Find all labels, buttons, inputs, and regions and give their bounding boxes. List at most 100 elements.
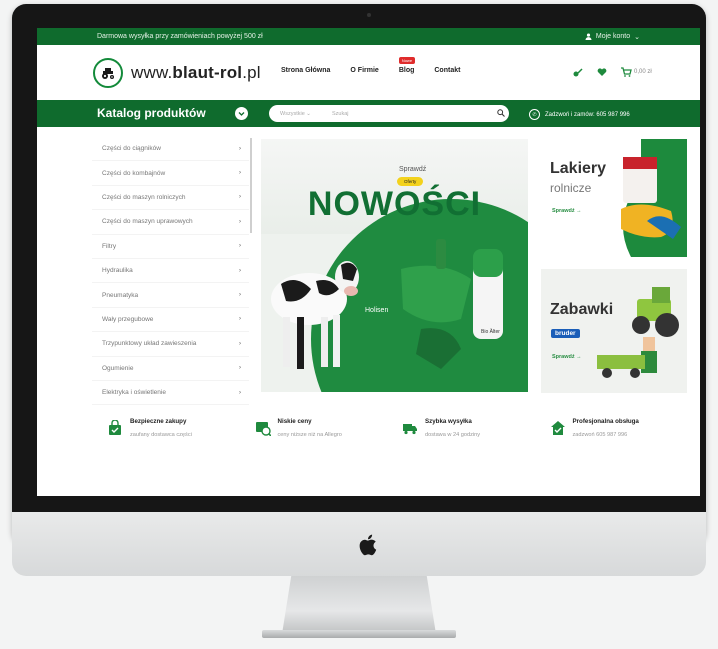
nav-about[interactable]: O Firmie — [350, 67, 378, 74]
feature-subtitle: zadzwoń 605 987 996 — [572, 432, 628, 438]
catalog-title[interactable]: Katalog produktów — [97, 106, 206, 120]
hero-title: NOWOŚCI — [307, 185, 482, 223]
sidebar-item-label: Części do kombajnów — [102, 169, 166, 177]
sidebar-item-tillage-parts[interactable]: Części do maszyn uprawowych › — [92, 210, 249, 235]
site-logo-text[interactable]: www.blaut-rol.pl — [131, 63, 261, 83]
search-button[interactable] — [493, 108, 509, 119]
sidebar-item-label: Filtry — [102, 242, 117, 250]
chevron-right-icon: › — [239, 267, 241, 274]
chevron-down-icon — [238, 112, 245, 116]
sidebar-item-three-point-hitch[interactable]: Trzypunktowy układ zawieszenia › — [92, 332, 249, 357]
free-shipping-note: Darmowa wysyłka przy zamówieniach powyże… — [97, 33, 263, 40]
secure-bag-icon — [109, 420, 121, 435]
nav-contact[interactable]: Contakt — [434, 67, 460, 74]
feature-title: Niskie ceny — [277, 418, 312, 425]
promo-banner-toys[interactable]: Zabawki bruder Sprawdź → — [541, 269, 687, 393]
feature-title: Profesjonalna obsługa — [572, 418, 639, 425]
sidebar-item-label: Pneumatyka — [102, 291, 139, 299]
sidebar-item-combine-parts[interactable]: Części do kombajnów › — [92, 161, 249, 186]
catalog-search-bar: Katalog produktów Wszystkie ⌄ Szukaj ✆ Z… — [37, 100, 700, 127]
account-label: Moje konto — [595, 33, 631, 40]
search-icon — [497, 108, 505, 117]
nav-blog[interactable]: Nowe Blog — [398, 57, 416, 74]
sidebar-item-tires[interactable]: Ogumienie › — [92, 357, 249, 381]
phone-text: Zadzwoń i zamów: 605 987 996 — [545, 111, 630, 118]
monitor-stand-base — [262, 630, 456, 638]
sidebar-item-filters[interactable]: Filtry › — [92, 235, 249, 259]
hero-product-label: Holisen — [365, 307, 389, 314]
blog-new-badge: Nowe — [398, 57, 416, 64]
logo-suffix: .pl — [242, 62, 261, 82]
sidebar-item-label: Hydraulika — [102, 267, 133, 275]
site-header: www.blaut-rol.pl Strona Główna O Firmie … — [37, 45, 700, 100]
hero-subtitle: Sprawdź — [399, 166, 427, 173]
feature-subtitle: ceny niższe niż na Allegro — [277, 432, 342, 438]
phone-icon: ✆ — [529, 109, 540, 120]
sidebar-item-label: Elektryka i oświetlenie — [102, 389, 166, 397]
promo-toys-cta[interactable]: Sprawdź → — [552, 354, 582, 360]
monitor-stand — [282, 576, 436, 634]
feature-title: Bezpieczne zakupy — [130, 418, 187, 425]
wishlist-icon[interactable] — [597, 67, 607, 77]
camera-dot — [367, 13, 371, 17]
feature-low-prices: Niskie ceny ceny niższe niż na Allegro — [255, 418, 403, 438]
category-sidebar: Części do ciągników › Części do kombajnów… — [92, 137, 249, 406]
main-nav: Strona Główna O Firmie Nowe Blog Contakt — [281, 57, 460, 74]
feature-secure-shopping: Bezpieczne zakupy zaufany dostawca części — [107, 418, 255, 438]
sidebar-item-farm-machine-parts[interactable]: Części do maszyn rolniczych › — [92, 186, 249, 211]
sidebar-item-label: Wały przegubowe — [102, 315, 154, 323]
promo-paints-title: Lakiery — [550, 160, 607, 177]
service-house-icon — [550, 421, 565, 435]
chevron-right-icon: › — [239, 170, 241, 177]
feature-professional-service: Profesjonalna obsługa zadzwoń 605 987 996 — [550, 418, 698, 438]
cart-button[interactable]: 0,00 zł — [621, 67, 652, 77]
tractor-logo-icon[interactable] — [93, 57, 123, 88]
feature-subtitle: zaufany dostawca części — [130, 432, 192, 438]
chevron-right-icon: › — [239, 243, 241, 250]
feature-subtitle: dostawa w 24 godziny — [425, 432, 481, 438]
chevron-right-icon: › — [239, 340, 241, 347]
chevron-right-icon: › — [239, 316, 241, 323]
sidebar-item-electrics[interactable]: Elektryka i oświetlenie › — [92, 381, 249, 406]
sidebar-item-label: Części do maszyn uprawowych — [102, 218, 193, 226]
chevron-right-icon: › — [239, 365, 241, 372]
sidebar-item-label: Części do ciągników — [102, 145, 161, 153]
sidebar-item-tractor-parts[interactable]: Części do ciągników › — [92, 137, 249, 162]
sidebar-item-pneumatics[interactable]: Pneumatyka › — [92, 283, 249, 308]
logo-prefix: www. — [131, 62, 173, 82]
chevron-right-icon: › — [239, 194, 241, 201]
chevron-right-icon: › — [239, 218, 241, 225]
phone-contact[interactable]: ✆ Zadzwoń i zamów: 605 987 996 — [529, 109, 630, 120]
feature-title: Szybka wysyłka — [425, 418, 472, 425]
bruder-brand-badge: bruder — [551, 329, 580, 338]
cow-image-icon — [271, 261, 359, 369]
feature-fast-shipping: Szybka wysyłka dostawa w 24 godziny — [402, 418, 550, 438]
search-category-value: Wszystkie — [280, 110, 305, 117]
sidebar-scrollbar[interactable] — [250, 138, 252, 233]
compare-icon[interactable] — [573, 67, 583, 77]
nav-blog-label: Blog — [398, 67, 415, 74]
cart-icon — [621, 67, 632, 77]
chevron-right-icon: › — [239, 389, 241, 396]
header-icons: 0,00 zł — [573, 67, 652, 77]
nav-home[interactable]: Strona Główna — [281, 67, 330, 74]
svg-text:Bio Älter: Bio Älter — [481, 328, 500, 335]
sidebar-item-hydraulics[interactable]: Hydraulika › — [92, 259, 249, 284]
promo-banner-paints[interactable]: Lakiery rolnicze Sprawdź → — [541, 139, 687, 257]
sidebar-item-label: Ogumienie — [102, 364, 134, 372]
cart-total: 0,00 zł — [634, 69, 652, 75]
promo-paints-cta[interactable]: Sprawdź → — [552, 208, 582, 214]
delivery-truck-icon — [403, 424, 417, 435]
hero-banner-new-products[interactable]: Sprawdź Oferty NOWOŚCI Bio Älter Holisen — [261, 139, 528, 392]
sidebar-item-label: Trzypunktowy układ zawieszenia — [102, 340, 197, 348]
website-screen: Darmowa wysyłka przy zamówieniach powyże… — [37, 28, 700, 496]
sidebar-item-label: Części do maszyn rolniczych — [102, 193, 186, 201]
top-info-bar: Darmowa wysyłka przy zamówieniach powyże… — [37, 28, 700, 45]
logo-bold: blaut-rol — [172, 62, 243, 82]
account-menu[interactable]: Moje konto ⌄ — [585, 33, 640, 41]
search-category-select[interactable]: Wszystkie ⌄ — [269, 111, 332, 117]
sidebar-item-pto-shafts[interactable]: Wały przegubowe › — [92, 308, 249, 333]
apple-logo-icon — [359, 534, 377, 556]
search-input[interactable]: Szukaj — [332, 111, 493, 117]
catalog-toggle-button[interactable] — [235, 107, 248, 120]
